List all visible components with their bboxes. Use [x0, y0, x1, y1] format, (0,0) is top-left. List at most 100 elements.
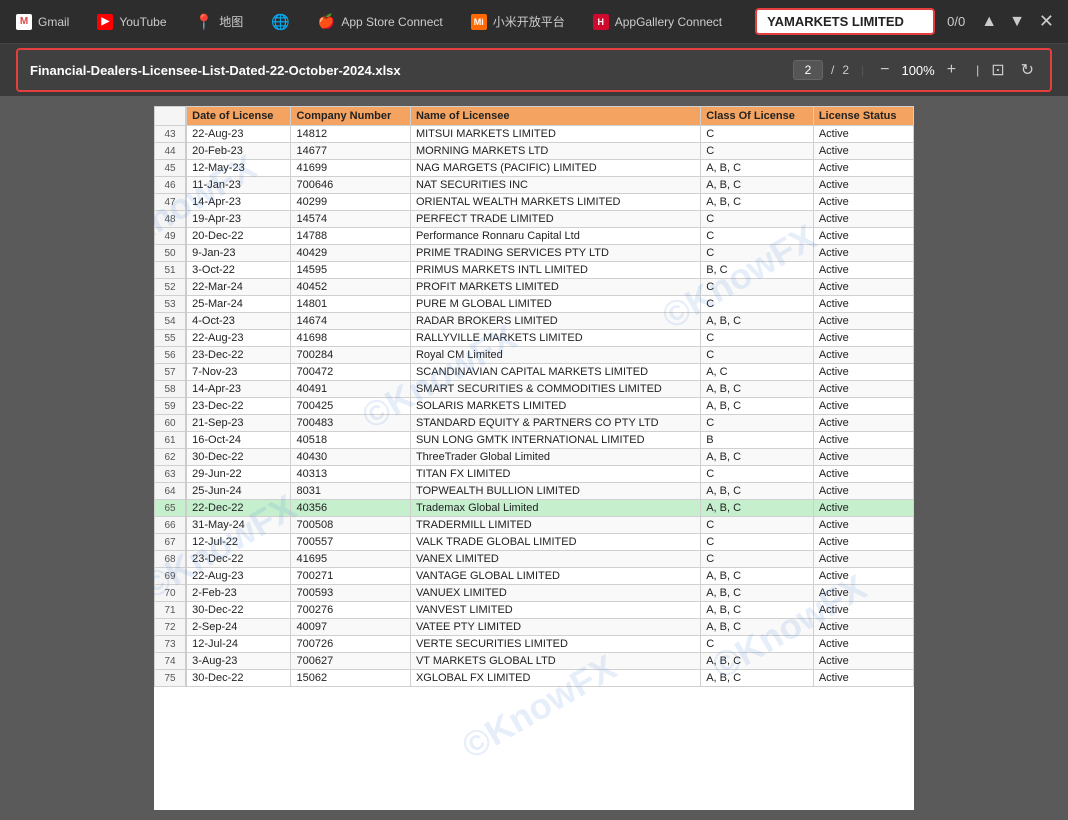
- cell-date: 20-Feb-23: [186, 143, 291, 160]
- cell-name: ThreeTrader Global Limited: [410, 449, 700, 466]
- cell-date: 25-Jun-24: [186, 483, 291, 500]
- cell-company: 41695: [291, 551, 410, 568]
- table-row: 4512-May-2341699NAG MARGETS (PACIFIC) LI…: [155, 160, 914, 177]
- tab-mi-label: 小米开放平台: [493, 13, 565, 30]
- cell-status: Active: [813, 500, 913, 517]
- cell-date: 12-Jul-22: [186, 534, 291, 551]
- maps-icon: 📍: [195, 13, 214, 31]
- cell-date: 30-Dec-22: [186, 449, 291, 466]
- cell-row-num: 46: [155, 177, 187, 194]
- cell-class: A, B, C: [701, 398, 814, 415]
- cell-status: Active: [813, 415, 913, 432]
- cell-status: Active: [813, 670, 913, 687]
- tab-maps[interactable]: 📍 地图: [187, 9, 252, 35]
- search-close-button[interactable]: ✕: [1033, 9, 1060, 34]
- cell-status: Active: [813, 262, 913, 279]
- pdf-fit-button[interactable]: ⊡: [987, 58, 1008, 82]
- tab-appstore[interactable]: 🍎 App Store Connect: [310, 9, 451, 34]
- table-row: 6021-Sep-23700483STANDARD EQUITY & PARTN…: [155, 415, 914, 432]
- table-row: 6230-Dec-2240430ThreeTrader Global Limit…: [155, 449, 914, 466]
- cell-class: C: [701, 228, 814, 245]
- table-row: 6116-Oct-2440518SUN LONG GMTK INTERNATIO…: [155, 432, 914, 449]
- cell-company: 14788: [291, 228, 410, 245]
- cell-row-num: 73: [155, 636, 187, 653]
- cell-class: C: [701, 636, 814, 653]
- tab-maps-label: 地图: [219, 13, 243, 30]
- cell-status: Active: [813, 211, 913, 228]
- cell-row-num: 50: [155, 245, 187, 262]
- cell-name: VANUEX LIMITED: [410, 585, 700, 602]
- cell-status: Active: [813, 347, 913, 364]
- pdf-total-pages: 2: [842, 63, 849, 77]
- cell-name: VERTE SECURITIES LIMITED: [410, 636, 700, 653]
- tab-mi[interactable]: Mi 小米开放平台: [463, 9, 573, 34]
- tab-youtube[interactable]: ▶ YouTube: [89, 10, 174, 34]
- cell-company: 15062: [291, 670, 410, 687]
- cell-status: Active: [813, 517, 913, 534]
- table-row: 4420-Feb-2314677MORNING MARKETS LTDCActi…: [155, 143, 914, 160]
- cell-class: C: [701, 551, 814, 568]
- pdf-rotate-button[interactable]: ↻: [1017, 58, 1038, 82]
- cell-class: A, B, C: [701, 653, 814, 670]
- table-row: 7130-Dec-22700276VANVEST LIMITEDA, B, CA…: [155, 602, 914, 619]
- cell-status: Active: [813, 636, 913, 653]
- cell-date: 29-Jun-22: [186, 466, 291, 483]
- cell-row-num: 70: [155, 585, 187, 602]
- search-prev-button[interactable]: ▲: [977, 11, 1001, 33]
- cell-date: 22-Aug-23: [186, 330, 291, 347]
- table-row: 5325-Mar-2414801PURE M GLOBAL LIMITEDCAc…: [155, 296, 914, 313]
- cell-company: 40491: [291, 381, 410, 398]
- cell-name: TRADERMILL LIMITED: [410, 517, 700, 534]
- cell-status: Active: [813, 228, 913, 245]
- table-row: 544-Oct-2314674RADAR BROKERS LIMITEDA, B…: [155, 313, 914, 330]
- cell-status: Active: [813, 245, 913, 262]
- cell-company: 700557: [291, 534, 410, 551]
- table-row: 7312-Jul-24700726VERTE SECURITIES LIMITE…: [155, 636, 914, 653]
- cell-row-num: 47: [155, 194, 187, 211]
- pdf-controls: / 2 | − 100% + | ⊡ ↻: [793, 58, 1038, 82]
- cell-date: 22-Dec-22: [186, 500, 291, 517]
- cell-company: 700483: [291, 415, 410, 432]
- cell-date: 11-Jan-23: [186, 177, 291, 194]
- cell-row-num: 44: [155, 143, 187, 160]
- cell-status: Active: [813, 568, 913, 585]
- cell-date: 31-May-24: [186, 517, 291, 534]
- cell-name: PROFIT MARKETS LIMITED: [410, 279, 700, 296]
- cell-company: 40429: [291, 245, 410, 262]
- table-row: 6712-Jul-22700557VALK TRADE GLOBAL LIMIT…: [155, 534, 914, 551]
- cell-name: SUN LONG GMTK INTERNATIONAL LIMITED: [410, 432, 700, 449]
- cell-name: TITAN FX LIMITED: [410, 466, 700, 483]
- pdf-page-input[interactable]: [793, 60, 823, 80]
- cell-company: 40452: [291, 279, 410, 296]
- cell-class: A, B, C: [701, 381, 814, 398]
- cell-class: A, B, C: [701, 500, 814, 517]
- cell-row-num: 53: [155, 296, 187, 313]
- cell-name: SOLARIS MARKETS LIMITED: [410, 398, 700, 415]
- cell-row-num: 54: [155, 313, 187, 330]
- cell-name: VATEE PTY LIMITED: [410, 619, 700, 636]
- cell-status: Active: [813, 585, 913, 602]
- cell-status: Active: [813, 364, 913, 381]
- cell-date: 22-Mar-24: [186, 279, 291, 296]
- tab-globe[interactable]: 🌐: [263, 9, 298, 35]
- search-next-button[interactable]: ▼: [1005, 11, 1029, 33]
- cell-name: STANDARD EQUITY & PARTNERS CO PTY LTD: [410, 415, 700, 432]
- pdf-zoom-in-button[interactable]: +: [943, 59, 960, 81]
- pdf-zoom-out-button[interactable]: −: [876, 59, 893, 81]
- cell-row-num: 45: [155, 160, 187, 177]
- tab-huawei[interactable]: H AppGallery Connect: [585, 10, 730, 34]
- cell-name: Trademax Global Limited: [410, 500, 700, 517]
- cell-class: A, B, C: [701, 568, 814, 585]
- tab-gmail[interactable]: M Gmail: [8, 10, 77, 34]
- col-header-company: Company Number: [291, 107, 410, 126]
- cell-row-num: 67: [155, 534, 187, 551]
- search-highlight-box[interactable]: YAMARKETS LIMITED: [755, 8, 935, 35]
- cell-company: 700472: [291, 364, 410, 381]
- cell-class: C: [701, 143, 814, 160]
- cell-class: B: [701, 432, 814, 449]
- cell-date: 23-Dec-22: [186, 347, 291, 364]
- table-row: 6631-May-24700508TRADERMILL LIMITEDCActi…: [155, 517, 914, 534]
- cell-row-num: 75: [155, 670, 187, 687]
- table-row: 6922-Aug-23700271VANTAGE GLOBAL LIMITEDA…: [155, 568, 914, 585]
- cell-row-num: 59: [155, 398, 187, 415]
